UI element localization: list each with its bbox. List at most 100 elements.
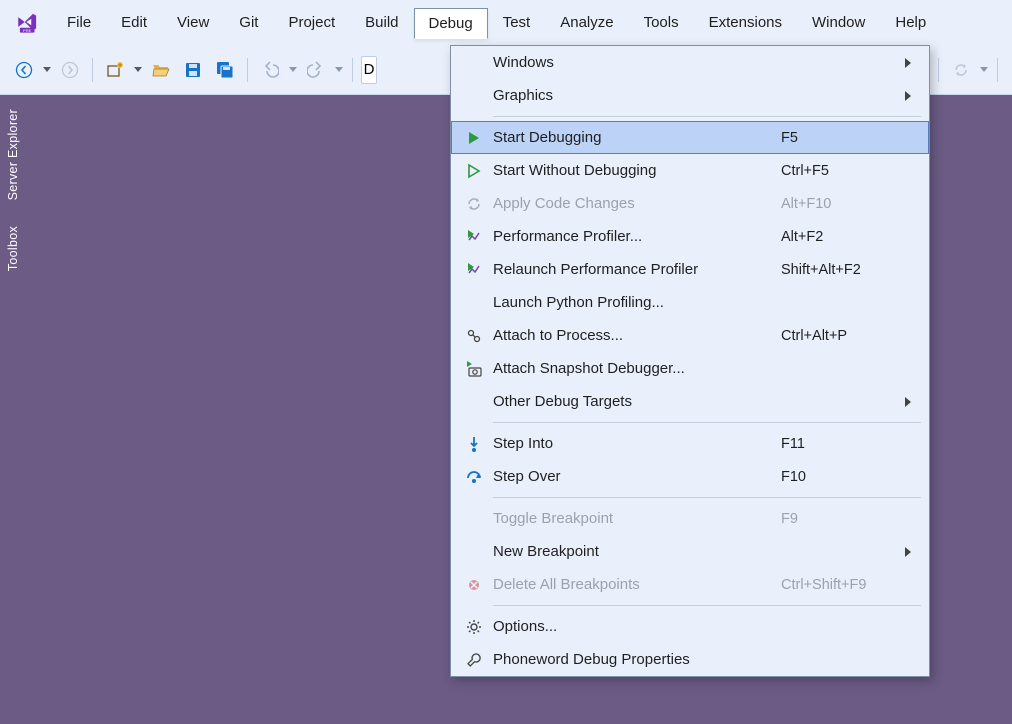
profiler-icon — [459, 258, 489, 282]
menu-item-accelerator: F5 — [781, 130, 901, 146]
menu-item-label: Step Into — [489, 435, 781, 452]
menu-build[interactable]: Build — [350, 7, 413, 38]
menu-item-label: Delete All Breakpoints — [489, 576, 781, 593]
wrench-icon — [459, 648, 489, 672]
menu-item-accelerator: Alt+F2 — [781, 229, 901, 245]
play-solid-icon — [459, 126, 489, 150]
menu-item-options[interactable]: Options... — [451, 610, 929, 643]
menu-item-attach-snapshot-debugger[interactable]: Attach Snapshot Debugger... — [451, 352, 929, 385]
nav-forward-button — [56, 56, 84, 84]
menu-item-launch-python-profiling[interactable]: Launch Python Profiling... — [451, 286, 929, 319]
menu-window[interactable]: Window — [797, 7, 880, 38]
menu-separator — [493, 116, 921, 117]
gear-icon — [459, 615, 489, 639]
menu-git[interactable]: Git — [224, 7, 273, 38]
vs-logo: PRE — [14, 8, 42, 36]
menu-item-label: Other Debug Targets — [489, 393, 781, 410]
menu-item-toggle-breakpoint: Toggle BreakpointF9 — [451, 502, 929, 535]
play-outline-icon — [459, 159, 489, 183]
toolbar-separator — [92, 58, 93, 82]
blank-icon — [459, 540, 489, 564]
left-sidebar: Server Explorer Toolbox — [0, 95, 25, 724]
menu-item-relaunch-performance-profiler[interactable]: Relaunch Performance ProfilerShift+Alt+F… — [451, 253, 929, 286]
sidebar-tab-toolbox[interactable]: Toolbox — [5, 218, 21, 279]
config-combo[interactable]: D — [361, 56, 377, 84]
toolbar-separator — [938, 58, 939, 82]
menu-item-other-debug-targets[interactable]: Other Debug Targets — [451, 385, 929, 418]
menu-separator — [493, 605, 921, 606]
menu-item-accelerator: Alt+F10 — [781, 196, 901, 212]
menu-item-delete-all-breakpoints: Delete All BreakpointsCtrl+Shift+F9 — [451, 568, 929, 601]
menu-item-label: New Breakpoint — [489, 543, 781, 560]
menu-item-windows[interactable]: Windows — [451, 46, 929, 79]
menu-item-label: Attach to Process... — [489, 327, 781, 344]
redo-button — [302, 56, 330, 84]
submenu-arrow-icon — [901, 397, 915, 407]
profiler-icon — [459, 225, 489, 249]
menu-item-performance-profiler[interactable]: Performance Profiler...Alt+F2 — [451, 220, 929, 253]
cycle-icon — [947, 56, 975, 84]
menubar: PRE FileEditViewGitProjectBuildDebugTest… — [0, 0, 1012, 45]
save-all-button[interactable] — [211, 56, 239, 84]
menu-extensions[interactable]: Extensions — [694, 7, 797, 38]
menu-help[interactable]: Help — [880, 7, 941, 38]
menu-edit[interactable]: Edit — [106, 7, 162, 38]
menu-item-label: Windows — [489, 54, 781, 71]
menu-item-accelerator: Shift+Alt+F2 — [781, 262, 901, 278]
menu-item-accelerator: Ctrl+F5 — [781, 163, 901, 179]
step-over-icon — [459, 465, 489, 489]
menu-separator — [493, 497, 921, 498]
svg-text:PRE: PRE — [23, 28, 32, 33]
menu-item-accelerator: F10 — [781, 469, 901, 485]
menu-item-phoneword-debug-properties[interactable]: Phoneword Debug Properties — [451, 643, 929, 676]
new-project-caret[interactable] — [133, 67, 143, 72]
blank-icon — [459, 51, 489, 75]
menu-debug[interactable]: Debug — [414, 8, 488, 39]
undo-caret[interactable] — [288, 67, 298, 72]
menu-item-label: Performance Profiler... — [489, 228, 781, 245]
cycle-icon — [459, 192, 489, 216]
menu-item-new-breakpoint[interactable]: New Breakpoint — [451, 535, 929, 568]
menu-item-start-without-debugging[interactable]: Start Without DebuggingCtrl+F5 — [451, 154, 929, 187]
menu-item-step-into[interactable]: Step IntoF11 — [451, 427, 929, 460]
menu-item-label: Graphics — [489, 87, 781, 104]
menu-item-label: Start Debugging — [489, 129, 781, 146]
menu-item-step-over[interactable]: Step OverF10 — [451, 460, 929, 493]
submenu-arrow-icon — [901, 58, 915, 68]
menu-item-start-debugging[interactable]: Start DebuggingF5 — [451, 121, 929, 154]
cycle-caret[interactable] — [979, 67, 989, 72]
submenu-arrow-icon — [901, 547, 915, 557]
blank-icon — [459, 291, 489, 315]
menu-file[interactable]: File — [52, 7, 106, 38]
submenu-arrow-icon — [901, 91, 915, 101]
save-button[interactable] — [179, 56, 207, 84]
sidebar-tab-server-explorer[interactable]: Server Explorer — [5, 101, 21, 208]
menu-item-accelerator: Ctrl+Shift+F9 — [781, 577, 901, 593]
menu-item-accelerator: Ctrl+Alt+P — [781, 328, 901, 344]
menu-tools[interactable]: Tools — [629, 7, 694, 38]
menu-item-apply-code-changes: Apply Code ChangesAlt+F10 — [451, 187, 929, 220]
bp-delete-icon — [459, 573, 489, 597]
blank-icon — [459, 390, 489, 414]
redo-caret[interactable] — [334, 67, 344, 72]
nav-back-caret[interactable] — [42, 67, 52, 72]
menu-view[interactable]: View — [162, 7, 224, 38]
undo-button — [256, 56, 284, 84]
snapshot-icon — [459, 357, 489, 381]
menu-item-label: Launch Python Profiling... — [489, 294, 781, 311]
menu-item-label: Toggle Breakpoint — [489, 510, 781, 527]
open-file-button[interactable] — [147, 56, 175, 84]
menu-analyze[interactable]: Analyze — [545, 7, 628, 38]
nav-back-button[interactable] — [10, 56, 38, 84]
menu-project[interactable]: Project — [273, 7, 350, 38]
menu-separator — [493, 422, 921, 423]
menu-item-label: Step Over — [489, 468, 781, 485]
menu-item-graphics[interactable]: Graphics — [451, 79, 929, 112]
blank-icon — [459, 84, 489, 108]
menu-item-accelerator: F9 — [781, 511, 901, 527]
new-project-button[interactable] — [101, 56, 129, 84]
blank-icon — [459, 507, 489, 531]
menu-item-attach-to-process[interactable]: Attach to Process...Ctrl+Alt+P — [451, 319, 929, 352]
menu-test[interactable]: Test — [488, 7, 546, 38]
toolbar-separator — [352, 58, 353, 82]
